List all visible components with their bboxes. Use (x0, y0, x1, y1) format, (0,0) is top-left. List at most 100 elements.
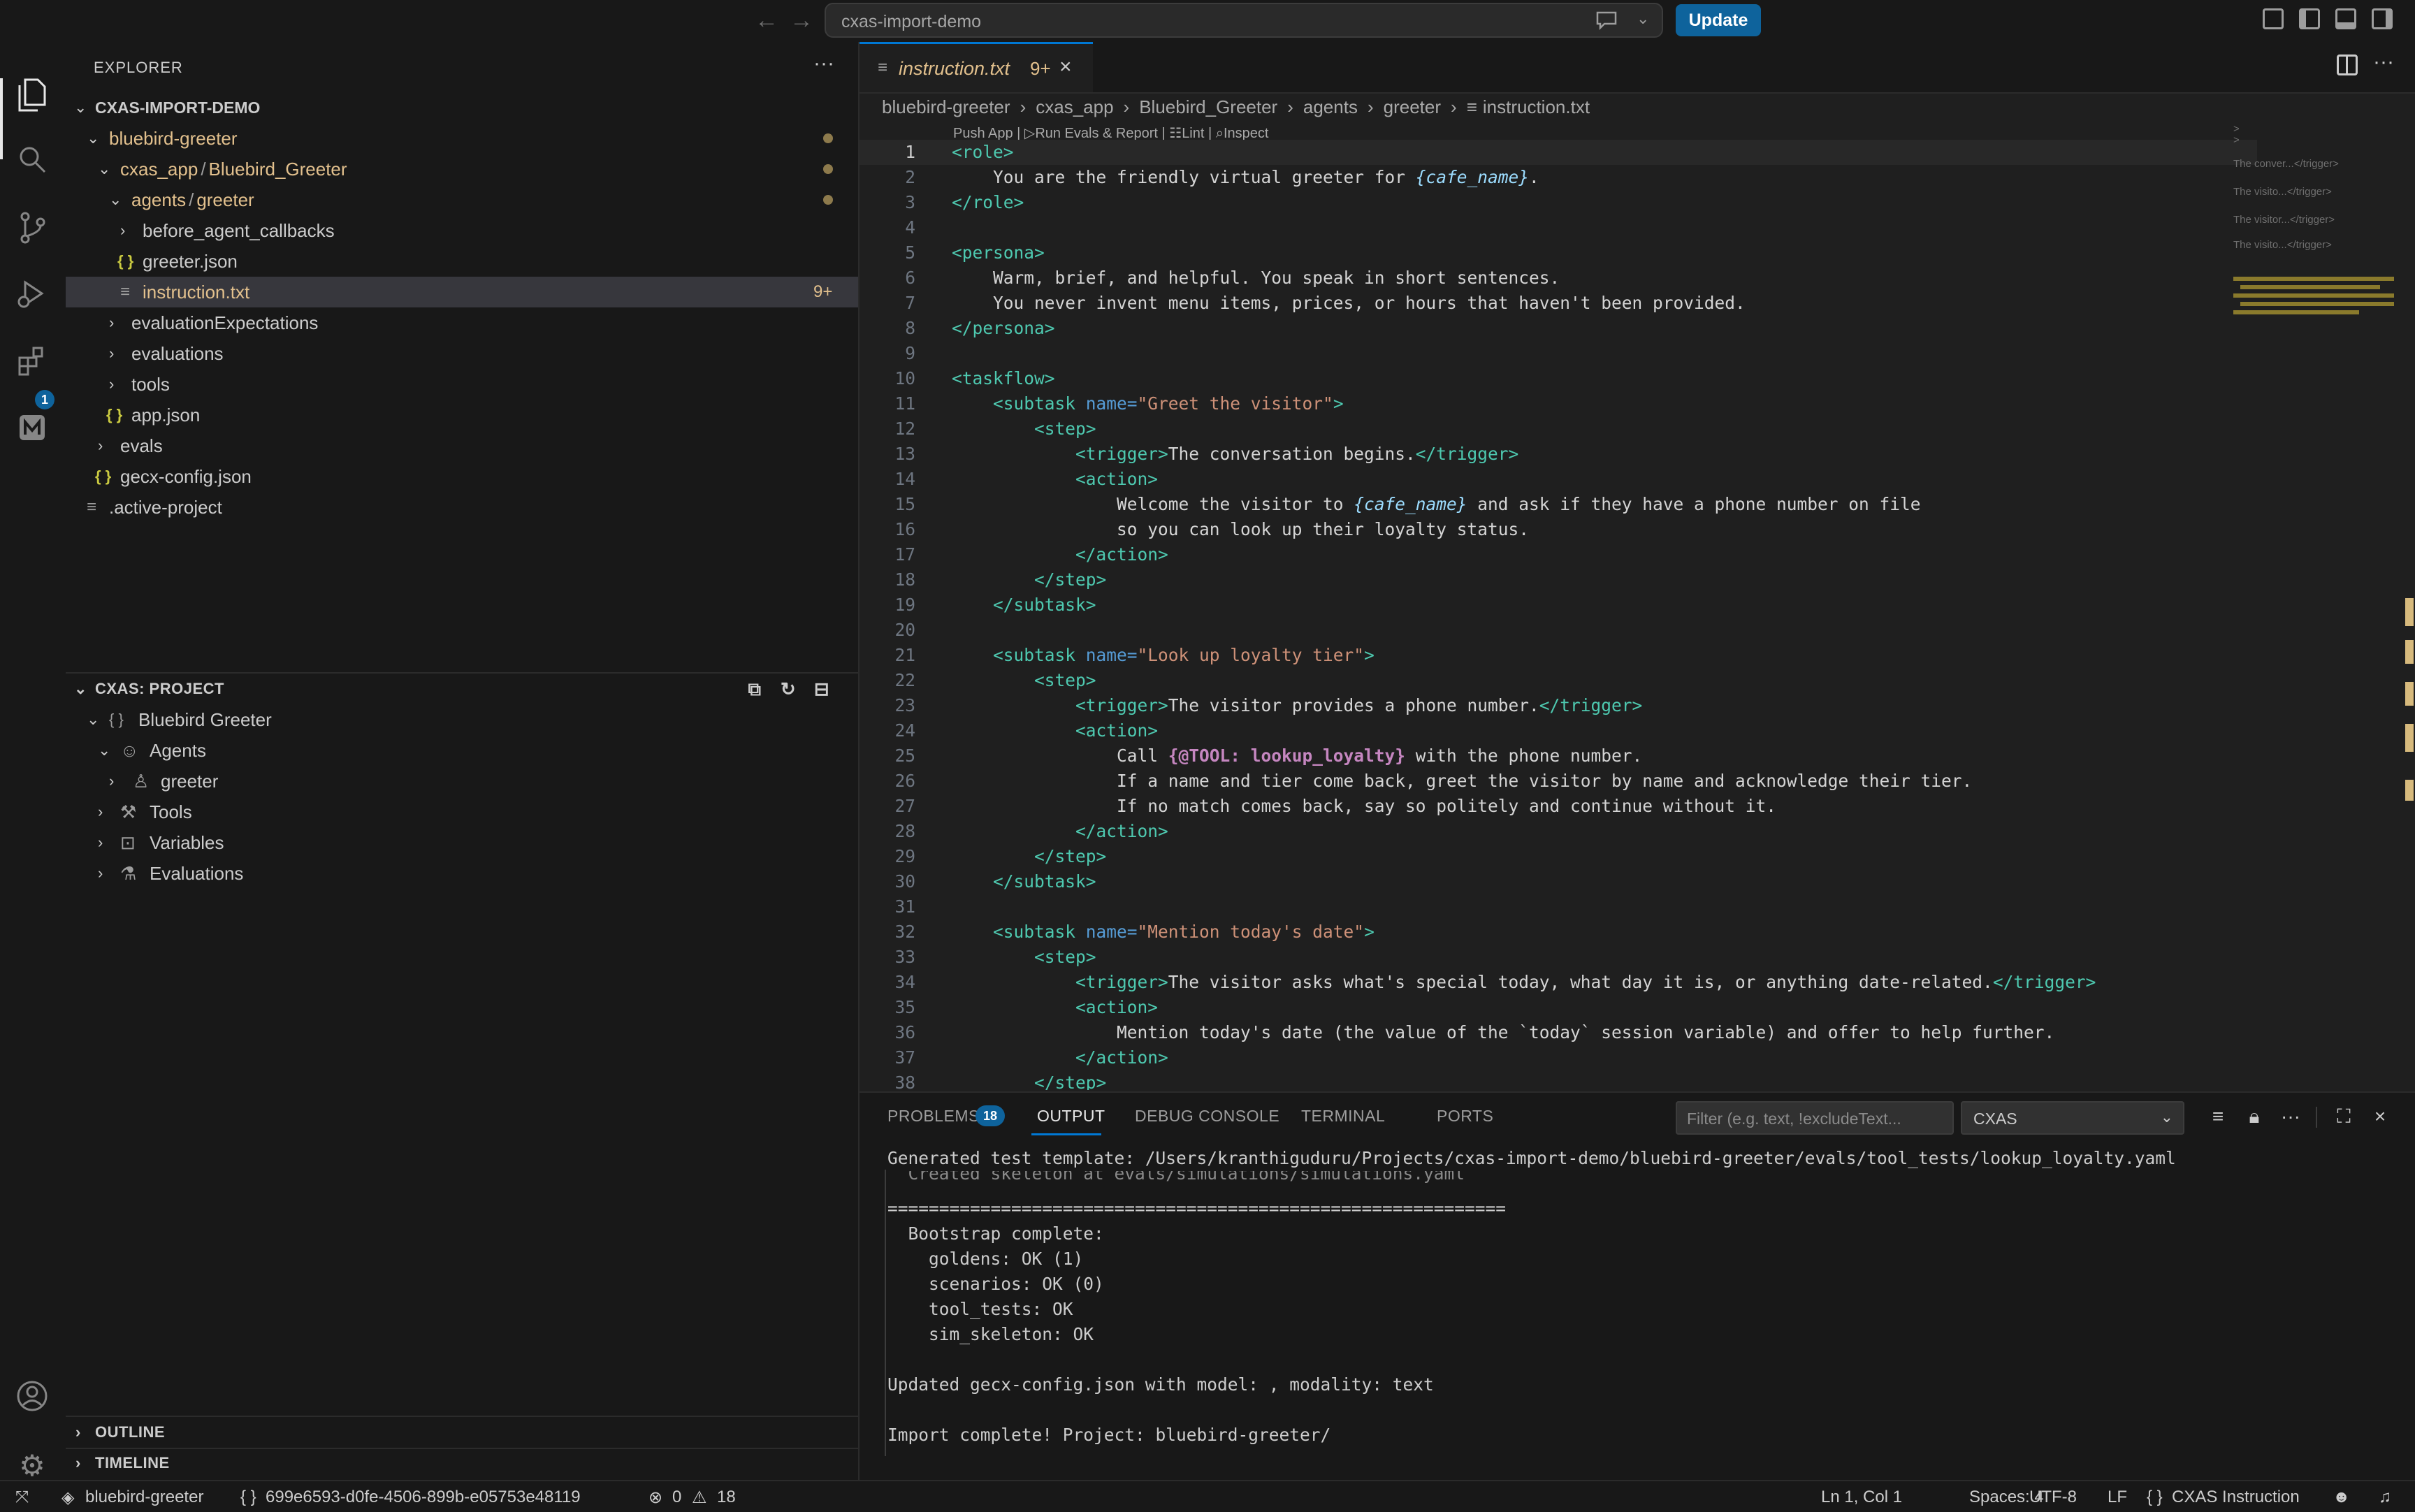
open-external-icon[interactable]: ⧉ (744, 678, 766, 700)
tree-folder-cxas-app[interactable]: ⌄ cxas_app / Bluebird_Greeter (66, 154, 858, 184)
tab-ports[interactable]: PORTS (1437, 1107, 1493, 1126)
code-line: 21 <subtask name="Look up loyalty tier"> (860, 643, 2257, 668)
breadcrumb-item[interactable]: Bluebird_Greeter (1139, 96, 1277, 117)
more-actions-icon[interactable]: ··· (2373, 50, 2394, 74)
extensions-icon[interactable] (13, 345, 52, 384)
update-button[interactable]: Update (1676, 4, 1761, 36)
run-and-debug-icon[interactable] (13, 278, 52, 317)
status-errors[interactable]: 0 (672, 1488, 681, 1507)
clear-output-icon[interactable]: ≡ (2204, 1103, 2232, 1131)
tree-label: greeter (161, 771, 219, 792)
bell-icon[interactable]: ♫ (2379, 1488, 2391, 1507)
copilot-icon[interactable]: ☻ (2333, 1488, 2350, 1507)
lock-scroll-icon[interactable]: 🔒︎ (2240, 1103, 2268, 1131)
maximize-panel-icon[interactable]: ⛶ (2330, 1103, 2358, 1131)
cxas-icon[interactable] (13, 412, 52, 451)
status-language-mode[interactable]: CXAS Instruction (2172, 1488, 2300, 1507)
arrow-right-icon[interactable]: → (790, 7, 813, 35)
tab-problems[interactable]: PROBLEMS (887, 1107, 980, 1126)
tree-label: Agents (150, 740, 206, 761)
editor-scrollbar[interactable] (2404, 123, 2415, 1087)
cxas-agent-greeter[interactable]: › ♙ greeter (66, 766, 858, 797)
explorer-root-folder[interactable]: ⌄ CXAS-IMPORT-DEMO (66, 92, 858, 123)
app-braces-icon: { } (109, 711, 124, 728)
breadcrumb-item[interactable]: instruction.txt (1483, 96, 1590, 117)
cxas-evaluations[interactable]: › ⚗ Evaluations (66, 858, 858, 889)
cxas-project-header[interactable]: ⌄ CXAS: PROJECT ⧉ ↻ ⊟ (66, 674, 858, 704)
remote-icon[interactable]: ⤧ (15, 1488, 29, 1507)
tree-file-active-project[interactable]: ≡ .active-project (66, 492, 858, 523)
copilot-chat-icon[interactable] (1595, 10, 1618, 31)
timeline-header[interactable]: › TIMELINE (66, 1448, 858, 1478)
output-filter-input[interactable]: Filter (e.g. text, !excludeText... (1676, 1101, 1954, 1135)
status-eol[interactable]: LF (2108, 1488, 2127, 1507)
cxas-tools[interactable]: › ⚒ Tools (66, 797, 858, 827)
outline-header[interactable]: › OUTLINE (66, 1417, 858, 1448)
tree-folder-evals[interactable]: › evals (66, 430, 858, 461)
code-editor[interactable]: 1 <role> 2 You are the friendly virtual g… (860, 140, 2257, 1090)
status-project[interactable]: bluebird-greeter (85, 1488, 203, 1507)
title-bar: ← → cxas-import-demo ⌄ Update (0, 0, 2415, 43)
explorer-icon[interactable] (13, 77, 52, 116)
code-line: 34 <trigger>The visitor asks what's spec… (860, 970, 2257, 995)
minimap-highlight (2233, 293, 2394, 298)
tree-folder-agents-greeter[interactable]: ⌄ agents / greeter (66, 184, 858, 215)
split-editor-icon[interactable] (2337, 54, 2358, 75)
tab-instruction-txt[interactable]: ≡ instruction.txt 9+ × (860, 42, 1093, 92)
tree-folder-evaluation-expectations[interactable]: › evaluationExpectations (66, 307, 858, 338)
tree-folder-bluebird-greeter[interactable]: ⌄ bluebird-greeter (66, 123, 858, 154)
cxas-variables[interactable]: › ⊡ Variables (66, 827, 858, 858)
more-actions-icon[interactable]: ··· (2277, 1103, 2305, 1131)
json-file-icon: { } (117, 252, 134, 270)
status-warnings[interactable]: 18 (717, 1488, 736, 1507)
source-control-icon[interactable] (13, 211, 52, 250)
chevron-down-icon: ⌄ (98, 160, 111, 177)
breadcrumb-item[interactable]: cxas_app (1036, 96, 1113, 117)
cxas-agents[interactable]: ⌄ ☺ Agents (66, 735, 858, 766)
chevron-down-icon: ⌄ (2160, 1108, 2173, 1126)
close-icon[interactable]: × (1059, 55, 1072, 79)
status-encoding[interactable]: UTF-8 (2029, 1488, 2077, 1507)
toggle-panel-icon[interactable] (2335, 8, 2356, 29)
more-actions-icon[interactable]: ··· (813, 52, 834, 75)
cxas-app-bluebird-greeter[interactable]: ⌄ { } Bluebird Greeter (66, 704, 858, 735)
breadcrumb-item[interactable]: greeter (1384, 96, 1441, 117)
customize-layout-icon[interactable] (2263, 8, 2284, 29)
breadcrumb-item[interactable]: bluebird-greeter (882, 96, 1010, 117)
code-text: <step> (1034, 419, 1096, 439)
tab-terminal[interactable]: TERMINAL (1301, 1107, 1385, 1126)
collapse-all-icon[interactable]: ⊟ (811, 678, 833, 700)
minimap-highlight (2233, 277, 2394, 281)
search-icon[interactable] (13, 144, 52, 183)
breadcrumb-item[interactable]: agents (1303, 96, 1358, 117)
chevron-right-icon: › (1451, 96, 1457, 117)
tree-file-instruction-txt[interactable]: ≡ instruction.txt 9+ (66, 277, 858, 307)
output-channel-select[interactable]: CXAS ⌄ (1961, 1101, 2184, 1135)
status-session-id[interactable]: 699e6593-d0fe-4506-899b-e05753e48119 (266, 1488, 581, 1507)
output-line: Updated gecx-config.json with model: , m… (887, 1374, 1434, 1395)
code-line: 38 </step> (860, 1070, 2257, 1090)
accounts-icon[interactable] (13, 1379, 52, 1418)
tab-output[interactable]: OUTPUT (1037, 1107, 1105, 1126)
tab-debug-console[interactable]: DEBUG CONSOLE (1135, 1107, 1279, 1126)
refresh-icon[interactable]: ↻ (777, 678, 799, 700)
arrow-left-icon[interactable]: ← (755, 7, 778, 35)
output-guide-line (885, 1170, 886, 1456)
tree-file-gecx-config-json[interactable]: { } gecx-config.json (66, 461, 858, 492)
tree-folder-evaluations[interactable]: › evaluations (66, 338, 858, 369)
code-line: 32 <subtask name="Mention today's date"> (860, 919, 2257, 945)
command-center-search[interactable]: cxas-import-demo ⌄ (825, 3, 1663, 38)
status-cursor-position[interactable]: Ln 1, Col 1 (1821, 1488, 1902, 1507)
toggle-secondary-sidebar-icon[interactable] (2372, 8, 2393, 29)
chevron-down-icon[interactable]: ⌄ (1637, 10, 1649, 28)
code-line: 2 You are the friendly virtual greeter f… (860, 165, 2257, 190)
close-icon[interactable]: × (2366, 1103, 2394, 1131)
tree-folder-before-agent-callbacks[interactable]: › before_agent_callbacks (66, 215, 858, 246)
minimap[interactable]: > > The conver...</trigger> The visito..… (2233, 123, 2394, 333)
tree-folder-tools[interactable]: › tools (66, 369, 858, 400)
tree-file-greeter-json[interactable]: { } greeter.json (66, 246, 858, 277)
toggle-primary-sidebar-icon[interactable] (2299, 8, 2320, 29)
output-log[interactable]: Generated test template: /Users/kranthig… (887, 1146, 2390, 1474)
output-line: tool_tests: OK (887, 1299, 1073, 1319)
tree-file-app-json[interactable]: { } app.json (66, 400, 858, 430)
